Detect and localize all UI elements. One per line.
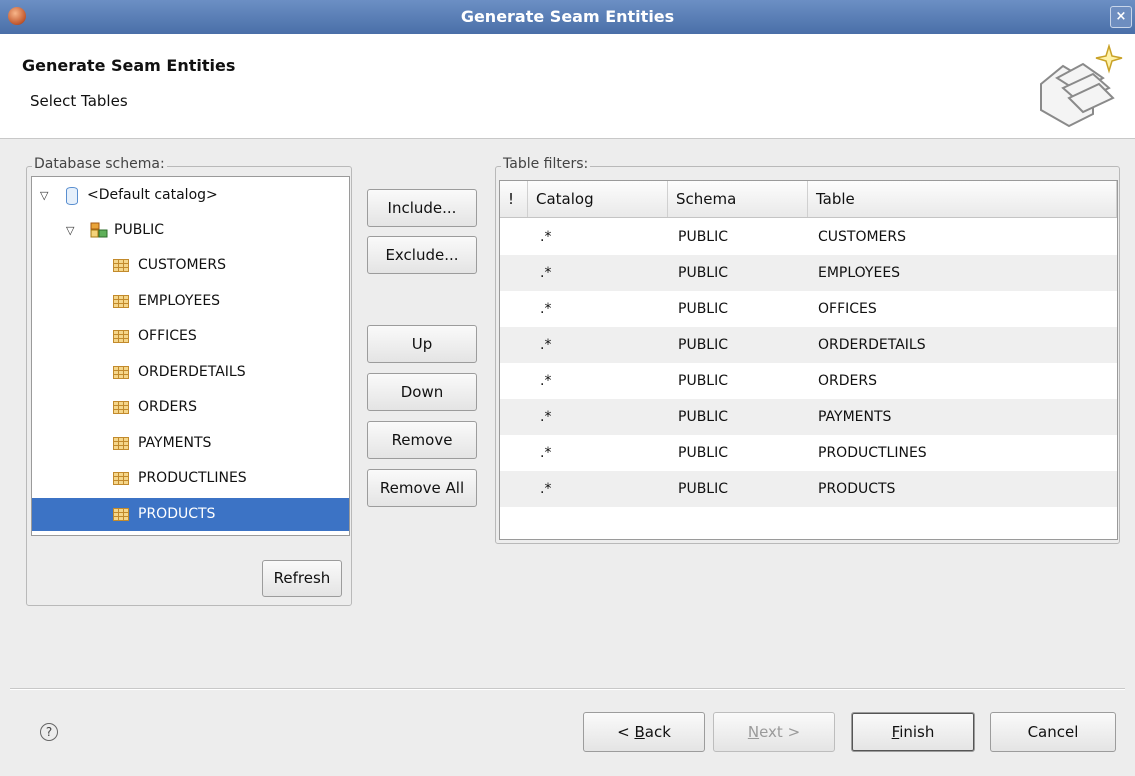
column-header-table[interactable]: Table xyxy=(808,181,1117,217)
remove-all-button[interactable]: Remove All xyxy=(367,469,477,507)
schema-label: PUBLIC xyxy=(114,222,164,238)
table-row[interactable]: .* PUBLIC PRODUCTLINES xyxy=(500,435,1117,471)
cell-catalog: .* xyxy=(540,445,552,461)
table-icon xyxy=(113,294,129,308)
finish-button-rest: inish xyxy=(899,723,935,741)
table-label: EMPLOYEES xyxy=(138,292,221,309)
schema-tree[interactable]: ▽ <Default catalog> ▽ PUBLIC CUSTOMERS EM… xyxy=(31,176,350,536)
cell-schema: PUBLIC xyxy=(678,301,728,317)
back-button-prefix: < xyxy=(617,723,635,741)
table-icon xyxy=(113,436,129,450)
cell-schema: PUBLIC xyxy=(678,445,728,461)
down-button[interactable]: Down xyxy=(367,373,477,411)
cancel-button[interactable]: Cancel xyxy=(990,712,1116,752)
cell-table: ORDERDETAILS xyxy=(818,337,926,353)
include-button[interactable]: Include... xyxy=(367,189,477,227)
cell-catalog: .* xyxy=(540,409,552,425)
cell-table: ORDERS xyxy=(818,373,877,389)
finish-button[interactable]: Finish xyxy=(851,712,975,752)
tree-node-table[interactable]: EMPLOYEES xyxy=(32,285,349,318)
expand-triangle-icon[interactable]: ▽ xyxy=(40,179,48,212)
window-titlebar: Generate Seam Entities × xyxy=(0,0,1135,34)
table-row[interactable]: .* PUBLIC OFFICES xyxy=(500,291,1117,327)
tree-node-table[interactable]: OFFICES xyxy=(32,320,349,353)
refresh-button[interactable]: Refresh xyxy=(262,560,342,597)
catalog-label: <Default catalog> xyxy=(87,187,218,203)
cell-table: PRODUCTS xyxy=(818,481,896,497)
tree-node-table[interactable]: ORDERDETAILS xyxy=(32,356,349,389)
cell-schema: PUBLIC xyxy=(678,265,728,281)
schema-group-label: Database schema: xyxy=(32,156,167,172)
next-button-mnemonic: N xyxy=(747,723,760,741)
table-icon xyxy=(113,365,129,379)
table-label: PAYMENTS xyxy=(138,434,212,451)
back-button-mnemonic: B xyxy=(634,723,645,741)
table-label: CUSTOMERS xyxy=(138,257,227,273)
cell-schema: PUBLIC xyxy=(678,373,728,389)
database-icon xyxy=(66,187,78,205)
cell-catalog: .* xyxy=(540,229,552,245)
next-button-rest: ext > xyxy=(759,723,801,741)
table-label: OFFICES xyxy=(138,328,197,344)
column-header-catalog[interactable]: Catalog xyxy=(528,181,668,217)
table-icon xyxy=(113,259,129,272)
cell-schema: PUBLIC xyxy=(678,337,728,353)
table-icon xyxy=(113,330,129,343)
cell-schema: PUBLIC xyxy=(678,481,728,497)
table-row[interactable]: .* PUBLIC EMPLOYEES xyxy=(500,255,1117,291)
cell-table: CUSTOMERS xyxy=(818,229,907,245)
table-label: ORDERS xyxy=(138,399,197,415)
cell-table: PRODUCTLINES xyxy=(818,445,927,461)
footer-separator xyxy=(10,688,1125,690)
table-icon xyxy=(113,507,129,521)
tree-node-table[interactable]: PAYMENTS xyxy=(32,427,349,460)
wizard-banner-icon xyxy=(1040,44,1123,128)
tree-node-table[interactable]: CUSTOMERS xyxy=(32,249,349,282)
next-button[interactable]: Next > xyxy=(713,712,835,752)
cell-table: EMPLOYEES xyxy=(818,265,901,281)
table-label: ORDERDETAILS xyxy=(138,363,246,380)
help-icon[interactable]: ? xyxy=(40,723,58,741)
cell-catalog: .* xyxy=(540,301,552,317)
cell-catalog: .* xyxy=(540,481,552,497)
table-label: PRODUCTLINES xyxy=(138,470,247,486)
filters-table[interactable]: ! Catalog Schema Table .* PUBLIC CUSTOMERS… xyxy=(499,180,1118,540)
table-row[interactable]: .* PUBLIC ORDERS xyxy=(500,363,1117,399)
cell-table: OFFICES xyxy=(818,301,877,317)
exclude-button[interactable]: Exclude... xyxy=(367,236,477,274)
cell-schema: PUBLIC xyxy=(678,229,728,245)
close-button[interactable]: × xyxy=(1110,6,1132,28)
wizard-subtitle: Select Tables xyxy=(30,92,128,110)
back-button-rest: ack xyxy=(644,723,671,741)
up-button[interactable]: Up xyxy=(367,325,477,363)
wizard-title: Generate Seam Entities xyxy=(22,56,236,75)
back-button[interactable]: < Back xyxy=(583,712,705,752)
schema-icon xyxy=(90,222,108,238)
filters-group-label: Table filters: xyxy=(501,156,591,172)
tree-node-schema[interactable]: ▽ PUBLIC xyxy=(32,214,349,247)
expand-triangle-icon[interactable]: ▽ xyxy=(66,214,74,247)
column-header-schema[interactable]: Schema xyxy=(668,181,808,217)
wizard-header: Generate Seam Entities Select Tables xyxy=(0,34,1135,139)
cell-catalog: .* xyxy=(540,373,552,389)
cell-schema: PUBLIC xyxy=(678,409,728,425)
tree-node-table[interactable]: ORDERS xyxy=(32,391,349,424)
cell-table: PAYMENTS xyxy=(818,409,892,425)
remove-button[interactable]: Remove xyxy=(367,421,477,459)
table-row[interactable]: .* PUBLIC PRODUCTS xyxy=(500,471,1117,507)
table-label: PRODUCTS xyxy=(138,505,216,522)
table-row[interactable]: .* PUBLIC PAYMENTS xyxy=(500,399,1117,435)
cell-catalog: .* xyxy=(540,265,552,281)
table-row[interactable]: .* PUBLIC CUSTOMERS xyxy=(500,219,1117,255)
table-icon xyxy=(113,472,129,485)
tree-node-table[interactable]: PRODUCTS xyxy=(32,497,349,531)
table-icon xyxy=(113,401,129,414)
table-row[interactable]: .* PUBLIC ORDERDETAILS xyxy=(500,327,1117,363)
tree-node-catalog[interactable]: ▽ <Default catalog> xyxy=(32,179,349,212)
window-title: Generate Seam Entities xyxy=(460,7,675,26)
filters-table-header: ! Catalog Schema Table xyxy=(500,181,1117,218)
tree-node-table[interactable]: PRODUCTLINES xyxy=(32,462,349,495)
column-header-flag[interactable]: ! xyxy=(500,181,528,217)
cell-catalog: .* xyxy=(540,337,552,353)
